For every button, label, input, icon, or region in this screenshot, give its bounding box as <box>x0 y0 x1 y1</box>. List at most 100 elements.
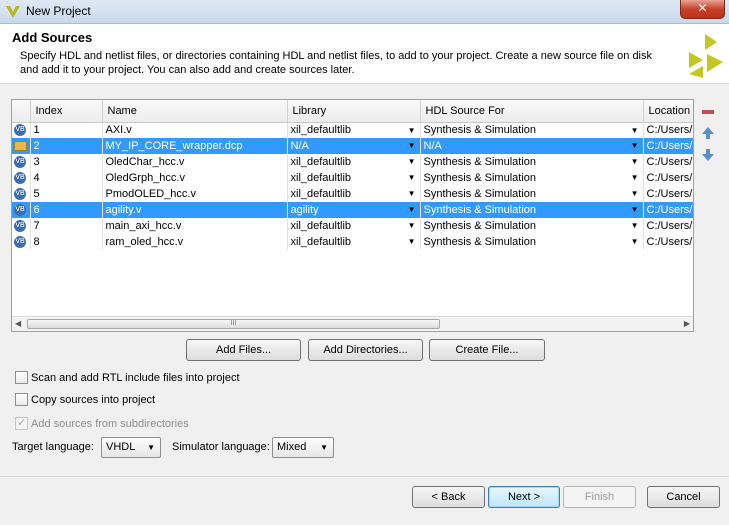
hdl-source-dropdown[interactable]: N/A ▼ <box>420 138 644 154</box>
title-bar: New Project ✕ <box>0 0 729 24</box>
library-dropdown[interactable]: xil_defaultlib ▼ <box>287 170 421 186</box>
library-dropdown[interactable]: xil_defaultlib ▼ <box>287 186 421 202</box>
hdl-source-dropdown[interactable]: Synthesis & Simulation ▼ <box>420 218 644 234</box>
create-file-button[interactable]: Create File... <box>429 339 545 361</box>
row-location: C:/Users/G <box>643 202 693 218</box>
vivado-app-icon <box>6 6 20 18</box>
hdl-source-dropdown[interactable]: Synthesis & Simulation ▼ <box>420 154 644 170</box>
dropdown-arrow-icon[interactable]: ▼ <box>408 126 416 135</box>
dropdown-arrow-icon[interactable]: ▼ <box>631 157 639 166</box>
library-value: xil_defaultlib <box>290 220 352 232</box>
column-header-index[interactable]: Index <box>30 100 103 123</box>
dropdown-arrow-icon[interactable]: ▼ <box>408 205 416 214</box>
vhdl-file-icon: VB <box>14 220 26 233</box>
page-title: Add Sources <box>12 30 93 45</box>
add-files-button[interactable]: Add Files... <box>186 339 301 361</box>
sources-table[interactable]: Index Name Library HDL Source For Locati… <box>11 99 694 332</box>
library-value: xil_defaultlib <box>290 236 352 248</box>
row-name: OledChar_hcc.v <box>102 154 288 170</box>
table-row[interactable]: VB 8 ram_oled_hcc.v xil_defaultlib ▼ Synt… <box>12 234 693 250</box>
move-down-icon[interactable] <box>701 148 715 162</box>
row-location: C:/Users/G <box>643 218 693 234</box>
dropdown-arrow-icon[interactable]: ▼ <box>631 205 639 214</box>
source-for-value: Synthesis & Simulation <box>423 220 537 232</box>
library-dropdown[interactable]: xil_defaultlib ▼ <box>287 234 421 250</box>
hdl-source-dropdown[interactable]: Synthesis & Simulation ▼ <box>420 186 644 202</box>
library-value: xil_defaultlib <box>290 156 352 168</box>
move-up-icon[interactable] <box>701 126 715 140</box>
row-index: 8 <box>30 234 103 250</box>
row-index: 7 <box>30 218 103 234</box>
table-header-row: Index Name Library HDL Source For Locati… <box>12 100 693 123</box>
scan-rtl-label: Scan and add RTL include files into proj… <box>31 372 240 384</box>
table-row[interactable]: VB 7 main_axi_hcc.v xil_defaultlib ▼ Synt… <box>12 218 693 234</box>
vhdl-file-icon: VB <box>14 124 26 137</box>
table-row[interactable]: VB 4 OledGrph_hcc.v xil_defaultlib ▼ Synt… <box>12 170 693 186</box>
table-row[interactable]: VB 5 PmodOLED_hcc.v xil_defaultlib ▼ Synt… <box>12 186 693 202</box>
source-for-value: Synthesis & Simulation <box>423 188 537 200</box>
target-language-label: Target language: <box>12 441 94 453</box>
dropdown-arrow-icon[interactable]: ▼ <box>631 237 639 246</box>
row-index: 5 <box>30 186 103 202</box>
dropdown-arrow-icon[interactable]: ▼ <box>408 157 416 166</box>
simulator-language-select[interactable]: Mixed ▼ <box>272 437 334 458</box>
dropdown-arrow-icon[interactable]: ▼ <box>631 189 639 198</box>
next-button[interactable]: Next > <box>488 486 560 508</box>
library-dropdown[interactable]: xil_defaultlib ▼ <box>287 122 421 138</box>
remove-icon[interactable] <box>701 105 715 119</box>
cancel-button[interactable]: Cancel <box>647 486 720 508</box>
vhdl-file-icon: VB <box>14 156 26 169</box>
copy-sources-label: Copy sources into project <box>31 394 156 406</box>
dropdown-arrow-icon[interactable]: ▼ <box>631 126 639 135</box>
source-for-value: N/A <box>423 140 442 152</box>
back-button[interactable]: < Back <box>412 486 485 508</box>
scrollbar-thumb[interactable]: III <box>27 319 440 329</box>
column-header-hdl-source-for[interactable]: HDL Source For <box>420 100 644 123</box>
hdl-source-dropdown[interactable]: Synthesis & Simulation ▼ <box>420 122 644 138</box>
table-row[interactable]: 2 MY_IP_CORE_wrapper.dcp N/A ▼ N/A ▼ C:/Us… <box>12 138 693 154</box>
source-for-value: Synthesis & Simulation <box>423 156 537 168</box>
scroll-left-icon[interactable]: ◀ <box>15 319 21 328</box>
table-row[interactable]: VB 6 agility.v agility ▼ Synthesis & Simu… <box>12 202 693 218</box>
row-index: 6 <box>30 202 103 218</box>
horizontal-scrollbar[interactable]: ◀ III ▶ <box>12 316 693 331</box>
row-location: C:/Users/G <box>643 138 693 154</box>
dropdown-arrow-icon[interactable]: ▼ <box>408 189 416 198</box>
scroll-right-icon[interactable]: ▶ <box>684 319 690 328</box>
row-location: C:/Users/G <box>643 186 693 202</box>
simulator-language-value: Mixed <box>277 441 307 453</box>
dropdown-arrow-icon[interactable]: ▼ <box>408 221 416 230</box>
dropdown-arrow-icon[interactable]: ▼ <box>631 141 639 150</box>
row-index: 1 <box>30 122 103 138</box>
hdl-source-dropdown[interactable]: Synthesis & Simulation ▼ <box>420 202 644 218</box>
column-header-icon[interactable] <box>12 100 31 123</box>
dropdown-arrow-icon[interactable]: ▼ <box>408 173 416 182</box>
source-for-value: Synthesis & Simulation <box>423 124 537 137</box>
table-row[interactable]: VB 1 AXI.v xil_defaultlib ▼ Synthesis & S… <box>12 122 693 138</box>
vivado-logo-icon <box>689 34 723 78</box>
close-button[interactable]: ✕ <box>680 0 725 19</box>
target-language-select[interactable]: VHDL ▼ <box>101 437 161 458</box>
copy-sources-checkbox[interactable] <box>15 393 28 406</box>
dropdown-arrow-icon[interactable]: ▼ <box>631 221 639 230</box>
column-header-library[interactable]: Library <box>287 100 421 123</box>
row-location: C:/Users/G <box>643 154 693 170</box>
library-dropdown[interactable]: xil_defaultlib ▼ <box>287 154 421 170</box>
hdl-source-dropdown[interactable]: Synthesis & Simulation ▼ <box>420 170 644 186</box>
library-dropdown[interactable]: agility ▼ <box>287 202 421 218</box>
footer-divider <box>0 476 729 477</box>
hdl-source-dropdown[interactable]: Synthesis & Simulation ▼ <box>420 234 644 250</box>
window-title: New Project <box>26 4 91 18</box>
column-header-location[interactable]: Location <box>643 100 693 123</box>
column-header-name[interactable]: Name <box>102 100 288 123</box>
library-dropdown[interactable]: xil_defaultlib ▼ <box>287 218 421 234</box>
scan-rtl-checkbox[interactable] <box>15 371 28 384</box>
dropdown-arrow-icon[interactable]: ▼ <box>631 173 639 182</box>
library-dropdown[interactable]: N/A ▼ <box>287 138 421 154</box>
vhdl-file-icon: VB <box>14 236 26 249</box>
dropdown-arrow-icon[interactable]: ▼ <box>408 141 416 150</box>
add-directories-button[interactable]: Add Directories... <box>308 339 423 361</box>
source-for-value: Synthesis & Simulation <box>423 236 537 248</box>
dropdown-arrow-icon[interactable]: ▼ <box>408 237 416 246</box>
table-row[interactable]: VB 3 OledChar_hcc.v xil_defaultlib ▼ Synt… <box>12 154 693 170</box>
